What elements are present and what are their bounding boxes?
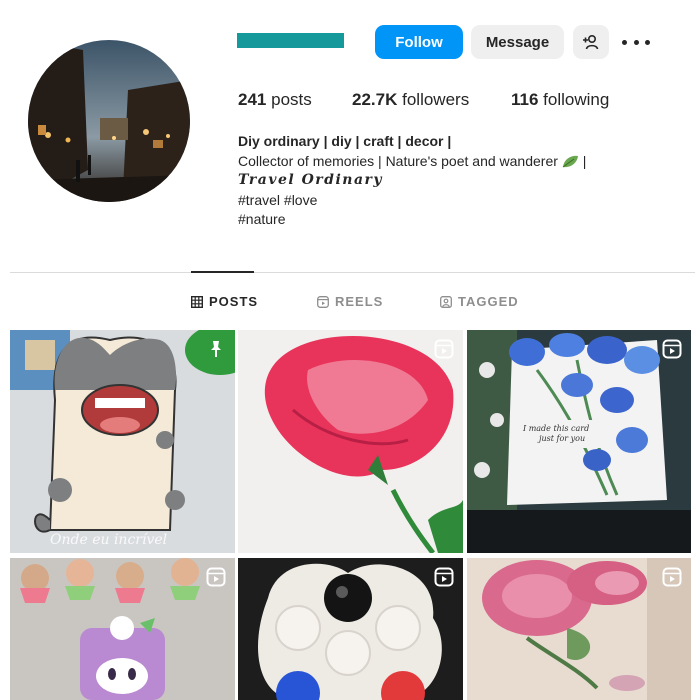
post-tile-3[interactable]: I made this card just for you — [467, 330, 691, 553]
reel-badge-icon — [662, 567, 682, 587]
bio-line: Collector of memories | Nature's poet an… — [238, 152, 678, 172]
profile-display-name: Diy ordinary | diy | craft | decor | — [238, 133, 452, 149]
tile-1-caption: Onde eu incrível — [50, 532, 168, 548]
reel-badge-icon — [434, 339, 454, 359]
profile-divider — [10, 272, 695, 273]
tagged-icon — [440, 295, 452, 308]
cat-drawing-image — [10, 330, 235, 553]
active-tab-indicator — [191, 271, 254, 273]
post-tile-2[interactable] — [238, 330, 463, 553]
message-button[interactable]: Message — [471, 25, 564, 59]
post-tile-4[interactable] — [10, 558, 235, 700]
posts-stat[interactable]: 241 posts — [238, 90, 312, 110]
hashtags-line-1[interactable]: #travel #love — [238, 191, 678, 211]
tab-posts-label: POSTS — [209, 294, 259, 309]
card-text-line-2: just for you — [539, 434, 586, 443]
toy-figures-image — [10, 558, 235, 700]
tab-tagged-label: TAGGED — [458, 294, 519, 309]
paint-palette-image — [238, 558, 463, 700]
hashtags-line-2[interactable]: #nature — [238, 210, 678, 230]
bio-line-suffix: | — [582, 152, 587, 169]
person-plus-icon — [583, 34, 599, 50]
reel-badge-icon — [662, 339, 682, 359]
reel-badge-icon — [206, 567, 226, 587]
posts-count: 241 — [238, 90, 267, 109]
profile-bio: Diy ordinary | diy | craft | decor | Col… — [238, 132, 678, 230]
more-options-icon[interactable] — [622, 33, 650, 51]
tab-reels-label: REELS — [335, 294, 384, 309]
username-redaction-bar — [237, 33, 344, 48]
following-count: 116 — [511, 90, 539, 109]
profile-avatar[interactable] — [28, 40, 190, 202]
leaf-emoji-icon — [562, 155, 578, 167]
reels-icon — [317, 295, 329, 308]
pinned-icon — [211, 341, 221, 357]
post-tile-1[interactable]: Onde eu incrível — [10, 330, 235, 553]
following-label: following — [543, 90, 610, 109]
bio-line-text: Collector of memories | Nature's poet an… — [238, 152, 558, 169]
reel-badge-icon — [434, 567, 454, 587]
post-tile-6[interactable] — [467, 558, 691, 700]
posts-label: posts — [271, 90, 312, 109]
tab-posts[interactable]: POSTS — [191, 294, 258, 309]
followers-stat[interactable]: 22.7K followers — [352, 90, 469, 110]
follow-button[interactable]: Follow — [375, 25, 463, 59]
card-text-line-1: I made this card — [523, 424, 590, 433]
tab-tagged[interactable]: TAGGED — [440, 294, 519, 309]
followers-count: 22.7K — [352, 90, 398, 109]
suggest-user-button[interactable] — [573, 25, 609, 59]
post-tile-5[interactable] — [238, 558, 463, 700]
tab-reels[interactable]: REELS — [317, 294, 383, 309]
avatar-street-photo — [28, 40, 190, 202]
pink-roses-image — [467, 558, 691, 700]
bio-script-text: Travel Ordinary — [238, 172, 384, 188]
followers-label: followers — [402, 90, 470, 109]
red-flower-image — [238, 330, 463, 553]
grid-icon — [191, 295, 203, 308]
following-stat[interactable]: 116 following — [511, 90, 609, 110]
